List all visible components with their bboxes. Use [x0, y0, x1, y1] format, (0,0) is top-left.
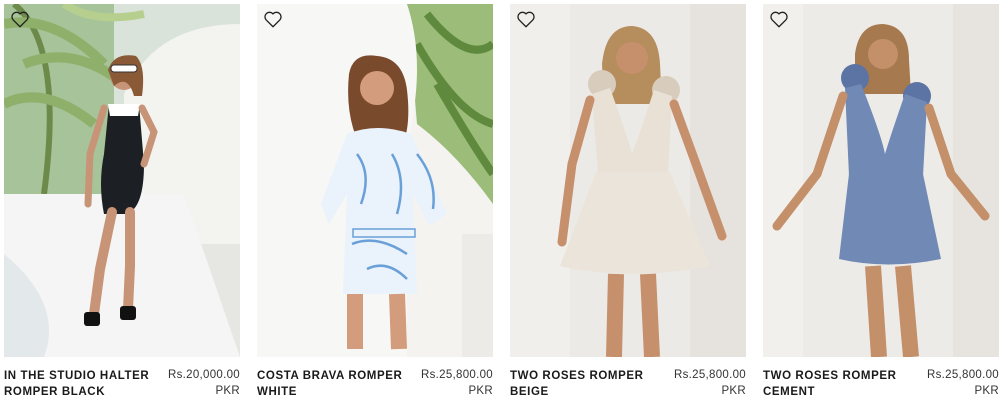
product-info: IN THE STUDIO HALTER ROMPER BLACK Rs.20,… [4, 368, 240, 400]
product-card[interactable]: IN THE STUDIO HALTER ROMPER BLACK Rs.20,… [4, 4, 240, 400]
price-amount: Rs.20,000.00 [167, 369, 240, 381]
product-image[interactable] [4, 4, 240, 357]
product-price: Rs.20,000.00 PKR [168, 368, 240, 399]
product-card[interactable]: TWO ROSES ROMPER CEMENT Rs.25,800.00 PKR [763, 4, 999, 400]
price-currency: PKR [468, 384, 493, 397]
product-title-line2: CEMENT [763, 386, 816, 398]
product-price: Rs.25,800.00 PKR [421, 368, 493, 399]
product-title-line1: IN THE STUDIO HALTER [4, 370, 150, 382]
product-title[interactable]: COSTA BRAVA ROMPER WHITE [257, 368, 407, 400]
product-title-line1: COSTA BRAVA ROMPER [257, 370, 403, 382]
product-title[interactable]: TWO ROSES ROMPER BEIGE [510, 368, 660, 400]
product-info: TWO ROSES ROMPER CEMENT Rs.25,800.00 PKR [763, 368, 999, 400]
product-info: TWO ROSES ROMPER BEIGE Rs.25,800.00 PKR [510, 368, 746, 400]
product-info: COSTA BRAVA ROMPER WHITE Rs.25,800.00 PK… [257, 368, 493, 400]
product-title-line2: WHITE [257, 386, 298, 398]
price-currency: PKR [721, 384, 746, 397]
heart-outline-icon[interactable] [769, 10, 789, 28]
heart-outline-icon[interactable] [516, 10, 536, 28]
product-image[interactable] [257, 4, 493, 357]
product-image[interactable] [510, 4, 746, 357]
product-price: Rs.25,800.00 PKR [927, 368, 999, 399]
product-grid: IN THE STUDIO HALTER ROMPER BLACK Rs.20,… [4, 4, 999, 400]
product-title-line1: TWO ROSES ROMPER [510, 370, 644, 382]
heart-outline-icon[interactable] [10, 10, 30, 28]
product-price: Rs.25,800.00 PKR [674, 368, 746, 399]
product-title-line2: ROMPER BLACK [4, 386, 106, 398]
price-amount: Rs.25,800.00 [673, 369, 746, 381]
heart-outline-icon[interactable] [263, 10, 283, 28]
product-card[interactable]: COSTA BRAVA ROMPER WHITE Rs.25,800.00 PK… [257, 4, 493, 400]
product-title-line2: BEIGE [510, 386, 549, 398]
price-currency: PKR [215, 384, 240, 397]
product-title-line1: TWO ROSES ROMPER [763, 370, 897, 382]
price-amount: Rs.25,800.00 [420, 369, 493, 381]
product-title[interactable]: IN THE STUDIO HALTER ROMPER BLACK [4, 368, 154, 400]
product-card[interactable]: TWO ROSES ROMPER BEIGE Rs.25,800.00 PKR [510, 4, 746, 400]
product-title[interactable]: TWO ROSES ROMPER CEMENT [763, 368, 913, 400]
price-currency: PKR [974, 384, 999, 397]
price-amount: Rs.25,800.00 [926, 369, 999, 381]
product-image[interactable] [763, 4, 999, 357]
